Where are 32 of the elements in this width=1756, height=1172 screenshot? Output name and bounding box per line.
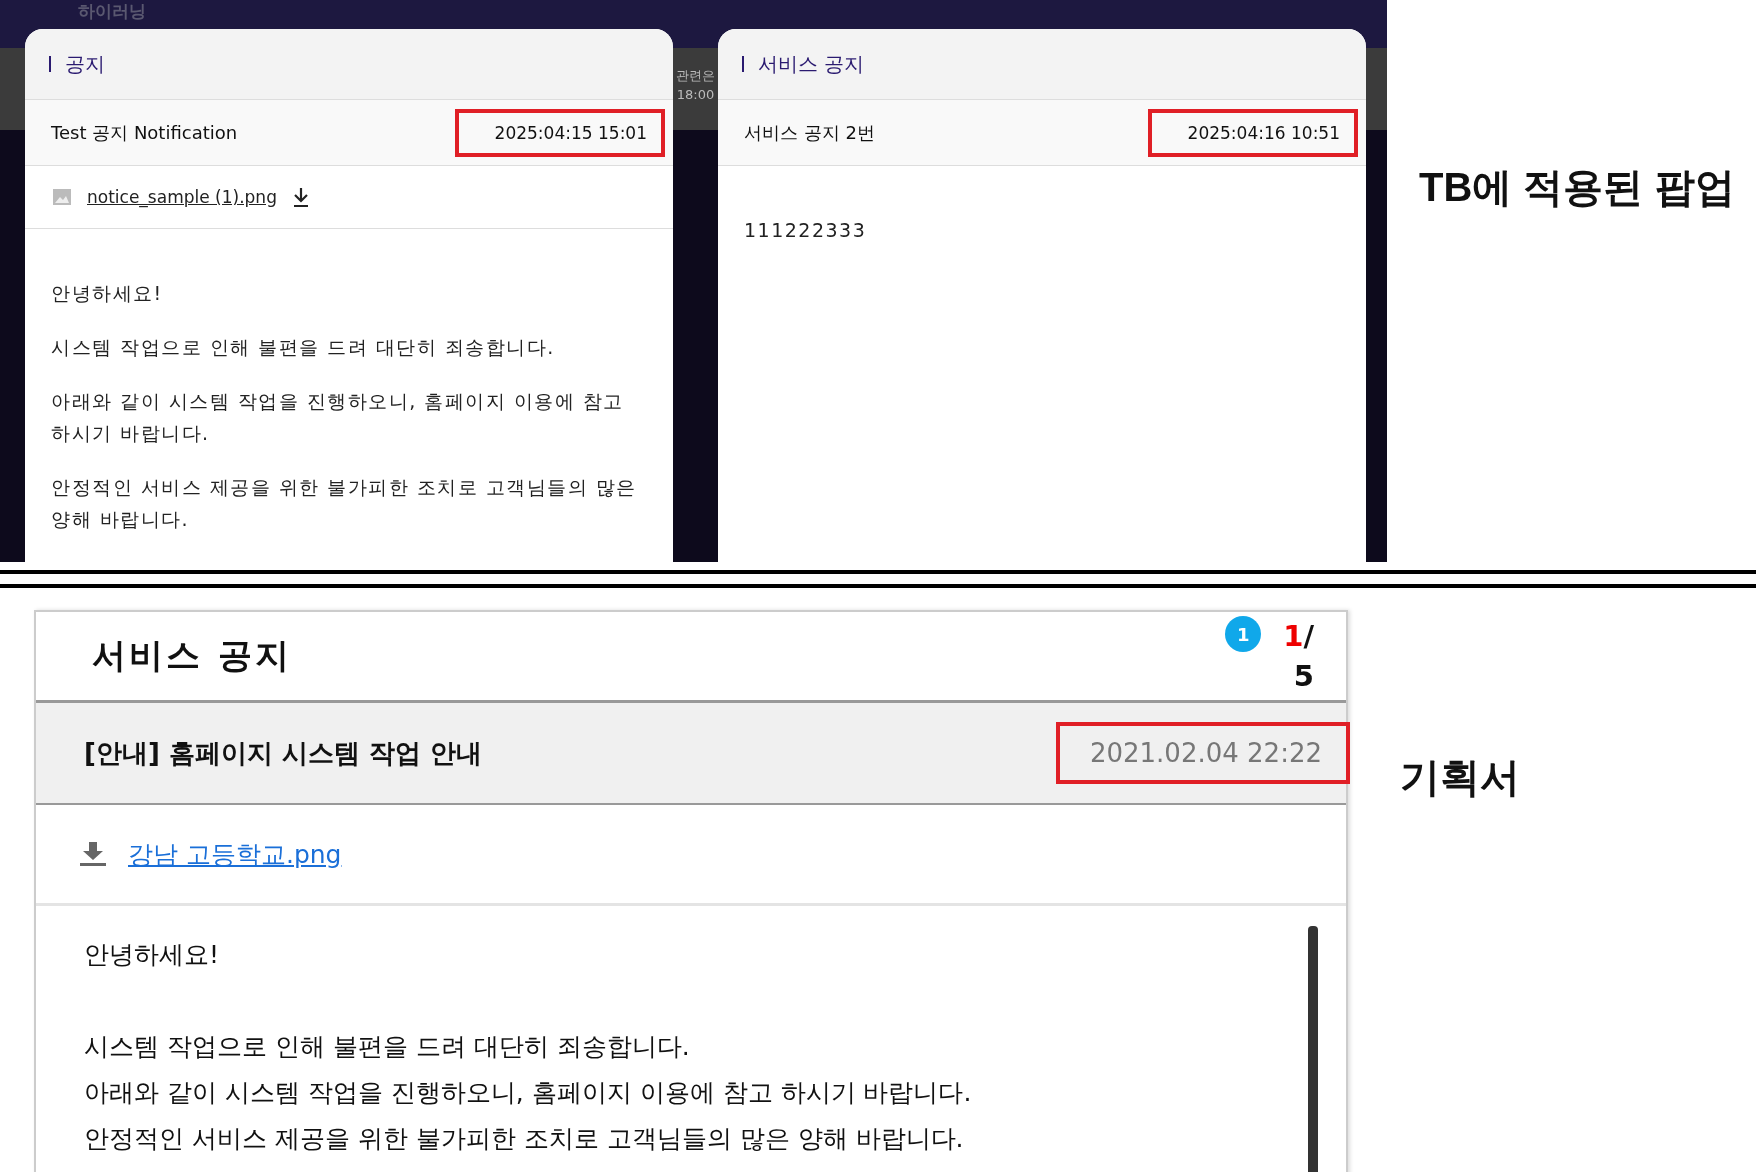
background-text: 관련은 [676, 67, 715, 85]
notice-subject: [안내] 홈페이지 시스템 작업 안내 [84, 736, 482, 770]
annotation-label: TB에 적용된 팝업 [1419, 165, 1735, 209]
popup-title: 공지 [49, 56, 105, 72]
scrollbar[interactable] [1308, 926, 1318, 1172]
attachment-link[interactable]: 강남 고등학교.png [128, 837, 342, 871]
notice-date: 2025:04:16 10:51 [1147, 108, 1358, 157]
notice-subject: 서비스 공지 2번 [744, 120, 875, 145]
annotation-label: 기획서 [1400, 755, 1520, 799]
notice-paragraph: 아래와 같이 시스템 작업을 진행하오니, 홈페이지 이용에 참고 하시기 바랍니다. [84, 1077, 972, 1109]
image-icon [53, 189, 71, 205]
brand-logo: 하이러닝 [78, 1, 146, 21]
notice-paragraph: 시스템 작업으로 인해 불편을 드려 대단히 죄송합니다. [84, 1031, 691, 1063]
notice-subject: Test 공지 Notification [51, 120, 238, 145]
notice-paragraph: 시스템 작업으로 인해 불편을 드려 대단히 죄송합니다. [51, 335, 556, 360]
attachment-link[interactable]: notice_sample (1).png [87, 187, 277, 207]
panel-title: 서비스 공지 [92, 634, 292, 677]
notice-paragraph: 111222333 [744, 218, 868, 243]
page-separator: / [1303, 619, 1314, 653]
notice-date: 2021.02.04 22:22 [1055, 722, 1350, 784]
notice-paragraph: 안정적인 서비스 제공을 위한 불가피한 조치로 고객님들의 많은 양해 바랍니다. [84, 1123, 965, 1155]
notice-paragraph: 안녕하세요! [84, 939, 221, 971]
background-text: 18:00 [676, 87, 715, 102]
download-icon[interactable] [292, 187, 309, 207]
count-badge: 1 [1225, 616, 1262, 652]
page-total: 5 [1293, 658, 1314, 695]
notice-paragraph: 안녕하세요! [51, 281, 164, 306]
popup-title: 서비스 공지 [742, 56, 865, 72]
page-current: 1 [1283, 619, 1304, 653]
notice-date: 2025:04:15 15:01 [454, 108, 665, 157]
notice-paragraph: 아래와 같이 시스템 작업을 진행하오니, 홈페이지 이용에 참고 하시기 바랍니다. [51, 389, 625, 446]
notice-paragraph: 안정적인 서비스 제공을 위한 불가피한 조치로 고객님들의 많은 양해 바랍니다. [51, 475, 638, 532]
